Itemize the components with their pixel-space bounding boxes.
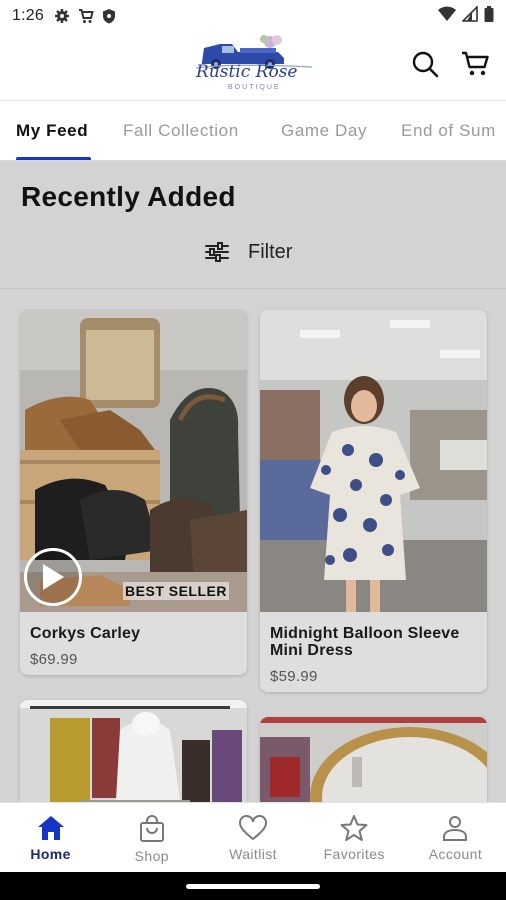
filter-label: Filter <box>248 240 293 263</box>
cart-icon <box>78 8 94 24</box>
play-video-button[interactable] <box>24 548 82 606</box>
tab-my-feed[interactable]: My Feed <box>16 101 88 160</box>
search-icon <box>412 51 439 78</box>
nav-favorites[interactable]: Favorites <box>304 803 405 872</box>
cart-icon <box>462 51 489 76</box>
search-button[interactable] <box>407 46 443 82</box>
tab-fall-collection[interactable]: Fall Collection <box>123 101 239 160</box>
filter-sliders-icon <box>205 242 229 262</box>
product-title[interactable]: Corkys Carley <box>30 625 235 642</box>
best-seller-badge: BEST SELLER <box>123 582 229 600</box>
product-card[interactable]: Midnight Balloon Sleeve Mini Dress $59.9… <box>260 310 487 692</box>
logo-text: Rustic Rose <box>196 62 298 82</box>
section-title: Recently Added <box>21 181 236 212</box>
star-icon <box>340 815 368 841</box>
product-image <box>20 700 247 802</box>
filter-button[interactable]: Filter <box>204 237 292 267</box>
home-icon <box>37 816 64 840</box>
nav-waitlist-label: Waitlist <box>229 846 277 862</box>
tab-end-of-summer[interactable]: End of Sum <box>401 101 496 160</box>
nav-home[interactable]: Home <box>0 803 101 872</box>
product-card[interactable]: BEST SELLER Corkys Carley $69.99 <box>20 310 247 675</box>
tab-game-day[interactable]: Game Day <box>281 101 367 160</box>
shopping-bag-icon <box>139 815 164 842</box>
product-image <box>260 310 487 612</box>
feed-content[interactable]: Recently Added Filter BEST SELLER Corkys… <box>0 161 506 802</box>
logo-subtext: BOUTIQUE <box>228 84 281 91</box>
nav-account-label: Account <box>428 846 483 862</box>
status-time: 1:26 <box>12 7 44 24</box>
nav-shop-label: Shop <box>134 848 169 864</box>
section-header: Recently Added Filter <box>0 161 506 289</box>
signal-icon <box>461 4 478 27</box>
product-image <box>260 717 487 802</box>
wifi-icon <box>438 6 456 27</box>
product-title[interactable]: Midnight Balloon Sleeve Mini Dress <box>270 625 480 659</box>
shield-icon <box>102 8 116 24</box>
nav-home-label: Home <box>30 846 71 862</box>
product-price: $69.99 <box>30 651 78 668</box>
status-bar: 1:26 <box>0 0 506 32</box>
product-price: $59.99 <box>270 668 318 685</box>
app-header: Rustic Rose BOUTIQUE <box>0 32 506 100</box>
category-tabs: My Feed Fall Collection Game Day End of … <box>0 100 506 161</box>
product-card[interactable] <box>260 717 487 802</box>
system-navigation-bar <box>0 872 506 900</box>
gear-icon <box>54 8 70 24</box>
battery-icon <box>484 5 494 27</box>
bottom-navigation: Home Shop Waitlist Favorites Account <box>0 802 506 872</box>
play-icon <box>43 564 64 590</box>
product-image: BEST SELLER <box>20 310 247 612</box>
brand-logo[interactable]: Rustic Rose BOUTIQUE <box>192 32 322 96</box>
person-icon <box>443 816 468 841</box>
heart-icon <box>239 815 267 841</box>
nav-favorites-label: Favorites <box>323 846 385 862</box>
nav-waitlist[interactable]: Waitlist <box>202 803 303 872</box>
product-card[interactable] <box>20 700 247 802</box>
cart-button[interactable] <box>458 46 494 82</box>
nav-shop[interactable]: Shop <box>101 803 202 872</box>
nav-account[interactable]: Account <box>405 803 506 872</box>
home-gesture-handle[interactable] <box>186 884 320 889</box>
